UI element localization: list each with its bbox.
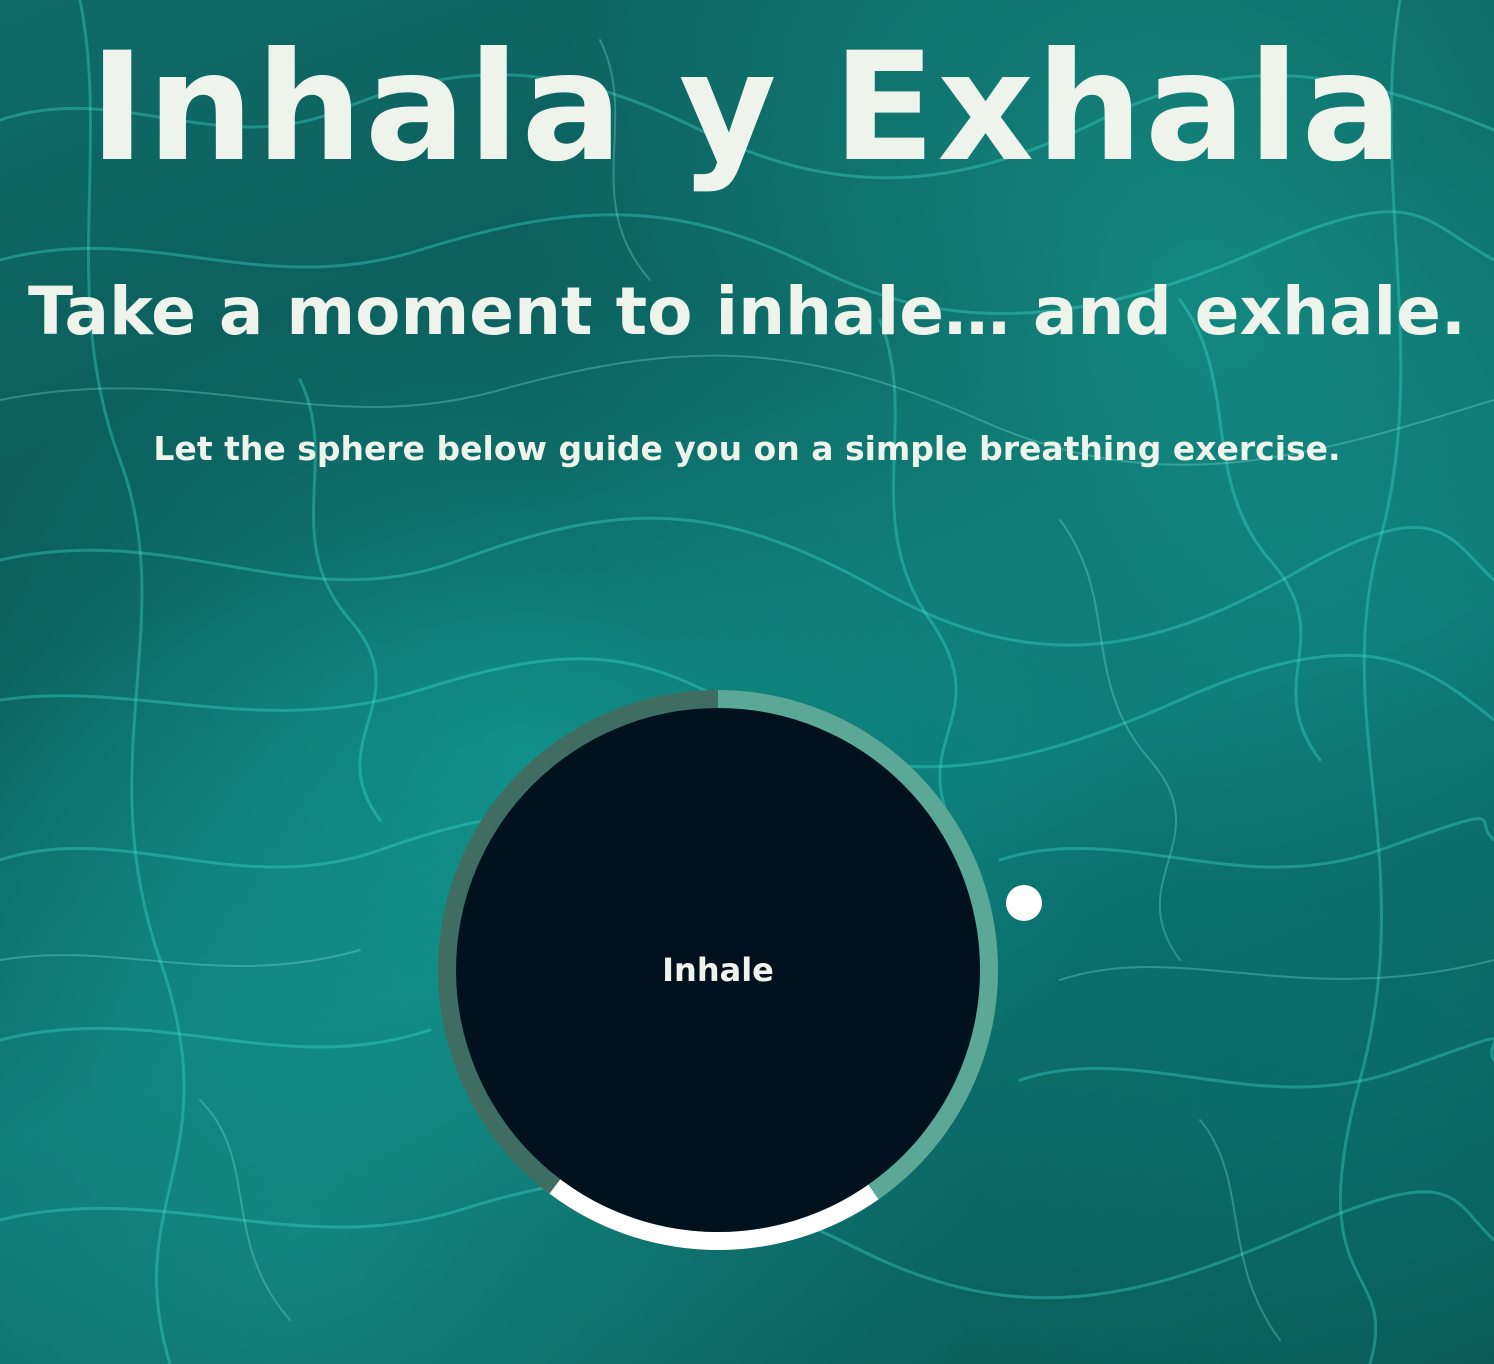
page-subtitle: Take a moment to inhale… and exhale. [27,273,1466,350]
page-title: Inhala y Exhala [89,21,1405,195]
breathing-phase-label: Inhale [662,951,774,989]
progress-pointer-dot [1006,885,1042,921]
breathing-widget: Inhale [438,690,998,1250]
instruction-text: Let the sphere below guide you on a simp… [153,429,1341,468]
breathing-sphere: Inhale [456,708,980,1232]
